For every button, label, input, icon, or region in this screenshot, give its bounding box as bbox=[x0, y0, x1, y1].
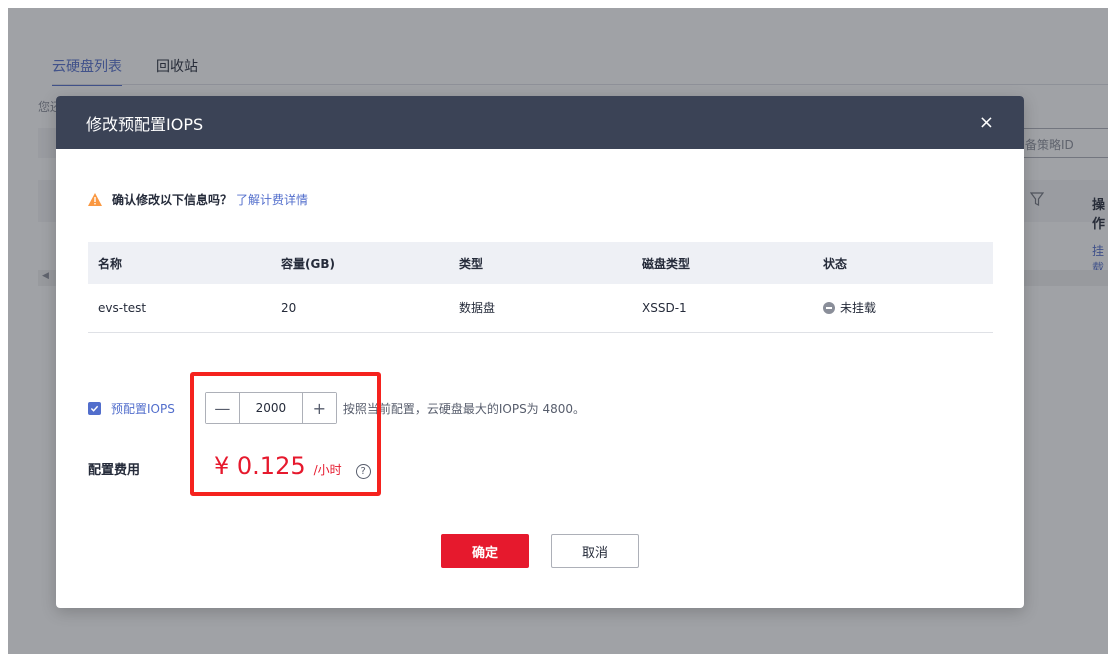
header-type: 类型 bbox=[449, 242, 632, 284]
increment-button[interactable]: + bbox=[301, 393, 336, 423]
fee-row: 配置费用 ¥ 0.125 /小时 ? bbox=[88, 452, 371, 480]
help-icon[interactable]: ? bbox=[355, 464, 371, 479]
fee-label: 配置费用 bbox=[88, 463, 141, 478]
billing-details-link[interactable]: 了解计费详情 bbox=[236, 191, 308, 208]
warning-icon bbox=[88, 193, 102, 206]
header-disk-type: 磁盘类型 bbox=[632, 242, 813, 284]
iops-stepper: — + bbox=[204, 392, 337, 424]
table-header-row: 名称 容量(GB) 类型 磁盘类型 状态 bbox=[88, 242, 993, 284]
dialog-header: 修改预配置IOPS × bbox=[56, 96, 1024, 149]
confirm-warning: 确认修改以下信息吗？ 了解计费详情 bbox=[88, 191, 308, 208]
iops-setting-row: 预配置IOPS — + 按照当前配置，云硬盘最大的IOPS为 4800。 bbox=[88, 392, 585, 424]
dialog-title: 修改预配置IOPS bbox=[86, 114, 204, 134]
disk-info-table: 名称 容量(GB) 类型 磁盘类型 状态 evs-test 20 数据盘 XSS… bbox=[88, 242, 993, 333]
fee-price: ¥ 0.125 bbox=[214, 452, 306, 480]
cell-disk-type: XSSD-1 bbox=[632, 284, 813, 333]
dialog-footer: 确定 取消 bbox=[56, 534, 1024, 568]
cell-name: evs-test bbox=[88, 284, 271, 333]
checkmark-icon bbox=[90, 405, 99, 412]
iops-checkbox[interactable] bbox=[88, 401, 101, 415]
cell-status: 未挂载 bbox=[813, 284, 993, 333]
cell-capacity: 20 bbox=[271, 284, 449, 333]
iops-max-note: 按照当前配置，云硬盘最大的IOPS为 4800。 bbox=[342, 401, 586, 416]
header-status: 状态 bbox=[813, 242, 993, 284]
cell-type: 数据盘 bbox=[449, 284, 632, 333]
table-row: evs-test 20 数据盘 XSSD-1 未挂载 bbox=[88, 284, 993, 333]
header-name: 名称 bbox=[88, 242, 271, 284]
modify-iops-dialog: 修改预配置IOPS × 确认修改以下信息吗？ 了解计费详情 名称 容量(GB) … bbox=[56, 96, 1024, 608]
status-text: 未挂载 bbox=[840, 301, 877, 316]
warning-text: 确认修改以下信息吗？ bbox=[112, 193, 233, 207]
iops-value-input[interactable] bbox=[239, 393, 302, 423]
close-icon[interactable]: × bbox=[979, 113, 994, 132]
cancel-button[interactable]: 取消 bbox=[551, 534, 639, 568]
status-unattached-icon bbox=[823, 302, 835, 315]
decrement-button[interactable]: — bbox=[205, 393, 240, 423]
header-capacity: 容量(GB) bbox=[271, 242, 449, 284]
fee-unit: /小时 bbox=[313, 463, 342, 477]
confirm-button[interactable]: 确定 bbox=[441, 534, 529, 568]
iops-label[interactable]: 预配置IOPS bbox=[111, 400, 175, 417]
